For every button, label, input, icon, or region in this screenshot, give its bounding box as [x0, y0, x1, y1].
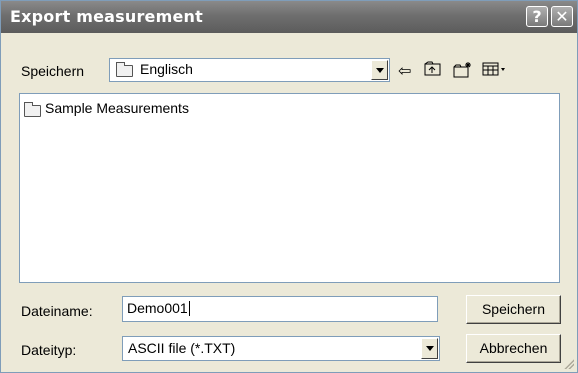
new-folder-icon[interactable] [453, 61, 473, 81]
cancel-button[interactable]: Abbrechen [466, 334, 561, 363]
filetype-dropdown[interactable]: ASCII file (*.TXT) [122, 336, 440, 361]
filename-label: Dateiname: [21, 303, 93, 319]
dropdown-arrow-icon[interactable] [371, 60, 388, 80]
text-caret [188, 301, 190, 316]
window-title: Export measurement [10, 7, 203, 26]
export-dialog: Export measurement ? ✕ Speichern Englisc… [0, 0, 578, 373]
filetype-value: ASCII file (*.TXT) [128, 340, 236, 356]
up-folder-icon[interactable] [424, 61, 442, 81]
folder-icon [24, 102, 41, 117]
filename-value: Demo001 [127, 300, 188, 316]
current-folder-name: Englisch [140, 61, 193, 77]
view-menu-icon[interactable] [482, 61, 508, 81]
filename-input[interactable]: Demo001 [122, 296, 438, 322]
list-item-label: Sample Measurements [45, 100, 189, 116]
back-icon[interactable]: ⇦ [398, 61, 411, 81]
save-in-dropdown[interactable]: Englisch [109, 58, 390, 82]
folder-icon [116, 62, 133, 77]
file-list[interactable]: Sample Measurements [19, 93, 560, 283]
close-button[interactable]: ✕ [551, 6, 573, 27]
dropdown-arrow-icon[interactable] [421, 338, 438, 359]
title-bar[interactable]: Export measurement ? ✕ [1, 1, 577, 33]
resize-grip[interactable] [562, 357, 574, 369]
filetype-label: Dateityp: [21, 342, 77, 358]
help-button[interactable]: ? [526, 6, 548, 27]
save-button[interactable]: Speichern [466, 295, 561, 324]
save-in-label: Speichern [21, 63, 85, 79]
